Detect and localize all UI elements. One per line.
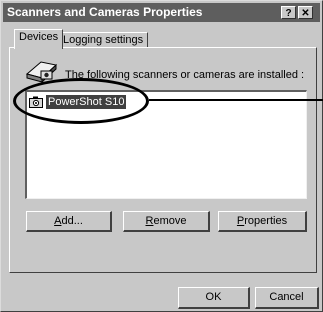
add-button-label: dd...: [61, 215, 83, 227]
tab-logging-settings-label: Logging settings: [63, 34, 144, 46]
window-title: Scanners and Cameras Properties: [7, 5, 203, 19]
devices-list[interactable]: PowerShot S10: [25, 90, 307, 199]
callout-line: [149, 99, 323, 101]
tab-logging-settings[interactable]: Logging settings: [58, 32, 149, 48]
add-button[interactable]: Add...: [26, 211, 112, 232]
cancel-button[interactable]: Cancel: [255, 287, 319, 309]
title-bar[interactable]: Scanners and Cameras Properties ? ✕: [3, 3, 320, 22]
scanner-camera-icon: [25, 61, 58, 84]
tab-devices[interactable]: Devices: [14, 29, 64, 49]
properties-dialog: Scanners and Cameras Properties ? ✕ Devi…: [0, 0, 323, 312]
list-item[interactable]: PowerShot S10: [29, 95, 127, 109]
properties-button[interactable]: Properties: [218, 211, 307, 232]
help-button[interactable]: ?: [281, 6, 296, 19]
close-button[interactable]: ✕: [298, 6, 313, 19]
remove-button[interactable]: Remove: [123, 211, 210, 232]
device-label-powershot-s10: PowerShot S10: [46, 95, 127, 109]
ok-button[interactable]: OK: [178, 287, 250, 309]
properties-button-label: roperties: [244, 215, 288, 227]
tab-devices-label: Devices: [19, 31, 59, 43]
installed-devices-text: The following scanners or cameras are in…: [65, 69, 305, 81]
remove-button-label: emove: [153, 215, 187, 227]
camera-icon: [29, 96, 43, 108]
